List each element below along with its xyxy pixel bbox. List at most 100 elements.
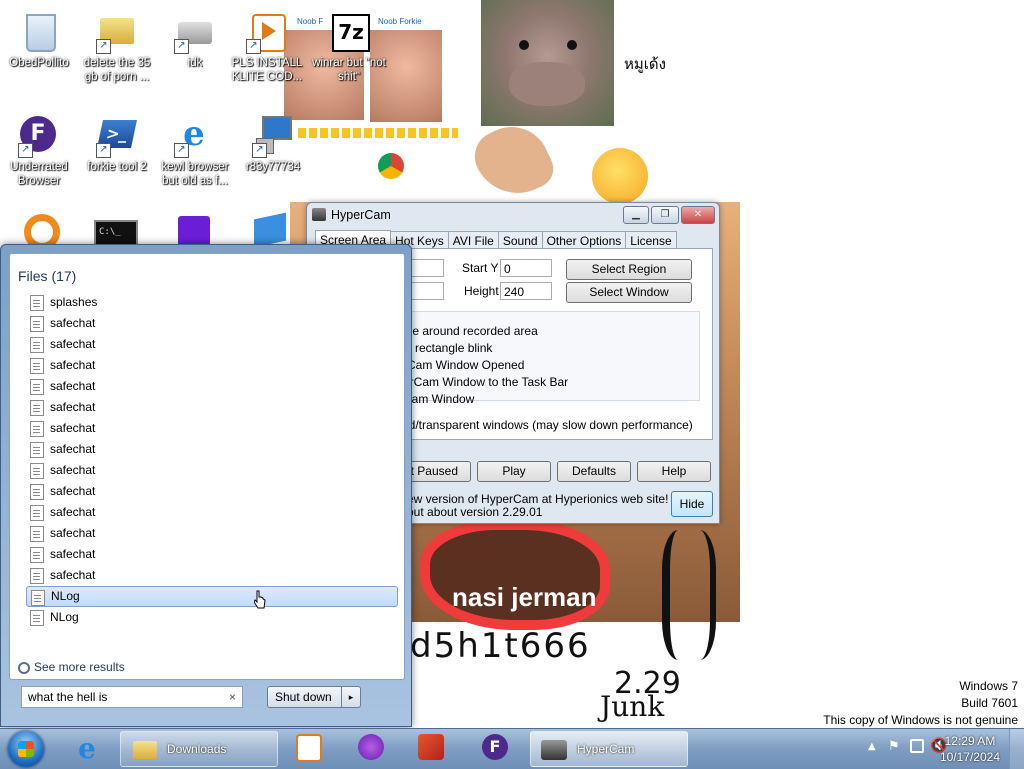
taskbar-media-player-icon[interactable] [296, 734, 322, 762]
option-rectangle-around-area[interactable]: gle around recorded area [403, 324, 538, 338]
search-results-pane: Files (17) splashes safechat safechat sa… [9, 253, 405, 680]
taskbar-clock[interactable]: 12:29 AM 10/17/2024 [940, 733, 1000, 765]
taskbar-downloads-button[interactable]: Downloads [120, 731, 278, 767]
shutdown-options-arrow-icon[interactable]: ▸ [341, 687, 360, 707]
list-item-selected[interactable]: NLog [26, 586, 398, 607]
shortcut-arrow-icon: ↗ [252, 143, 267, 158]
list-item[interactable]: safechat [26, 565, 398, 586]
list-item[interactable]: safechat [26, 334, 398, 355]
see-more-results-link[interactable]: See more results [18, 660, 125, 674]
list-item[interactable]: safechat [26, 313, 398, 334]
option-hide-window[interactable]: Cam Window [403, 392, 474, 406]
option-window-opened[interactable]: rCam Window Opened [403, 358, 524, 372]
files-group-header[interactable]: Files (17) [18, 268, 76, 284]
camera-icon [541, 740, 567, 760]
minimize-button[interactable]: ▁ [623, 206, 649, 224]
start-y-field[interactable]: 0 [500, 259, 552, 277]
file-name: safechat [50, 547, 96, 561]
shut-down-label: Shut down [275, 690, 332, 704]
list-item[interactable]: safechat [26, 523, 398, 544]
taskbar-purple-app-icon[interactable] [358, 734, 384, 760]
taskbar-f-browser-icon[interactable]: F [482, 734, 508, 760]
desktop-icon-label: ObedPollito [9, 57, 69, 69]
taskbar-fox-app-icon[interactable] [418, 734, 444, 760]
start-y-label: Start Y [462, 261, 499, 275]
help-button[interactable]: Help [637, 461, 711, 482]
restore-button[interactable]: ❐ [651, 206, 679, 224]
update-notice-line2: out about version 2.29.01 [407, 505, 543, 519]
folder-icon [133, 741, 157, 759]
network-icon[interactable] [910, 739, 924, 753]
document-icon [30, 400, 44, 416]
pointing-hand-image [466, 114, 560, 208]
desktop-icon-recycle-bin[interactable]: ObedPollito [0, 8, 78, 70]
options-group: gle around recorded area is rectangle bl… [376, 311, 700, 406]
height-field[interactable]: 240 [500, 282, 552, 300]
thai-caption: หมูเด้ง [624, 55, 666, 73]
select-region-button[interactable]: Select Region [566, 259, 692, 280]
shortcut-arrow-icon: ↗ [96, 143, 111, 158]
desktop-icon-blue-box[interactable] [254, 212, 286, 248]
desktop-icon-label: idk [187, 57, 203, 69]
system-tray: ▲ ⚑ 🔇 12:29 AM 10/17/2024 [824, 729, 1024, 769]
not-genuine-notice: This copy of Windows is not genuine [823, 713, 1018, 727]
show-hidden-icons-icon[interactable]: ▲ [868, 741, 876, 752]
file-name: safechat [50, 400, 96, 414]
desktop-icon-r83y77734[interactable]: ↗ r83y77734 [234, 112, 312, 174]
list-item[interactable]: safechat [26, 397, 398, 418]
shortcut-arrow-icon: ↗ [96, 39, 111, 54]
desktop-icon-label: r83y77734 [245, 161, 301, 173]
list-item[interactable]: splashes [26, 292, 398, 313]
file-name: safechat [50, 421, 96, 435]
start-button[interactable] [8, 731, 44, 767]
scribble-text-3: Junk [600, 690, 665, 723]
update-notice-line1[interactable]: ew version of HyperCam at Hyperionics we… [407, 492, 698, 506]
list-item[interactable]: safechat [26, 418, 398, 439]
file-name: splashes [50, 295, 98, 309]
list-item[interactable]: safechat [26, 544, 398, 565]
option-layered-windows[interactable]: ed/transparent windows (may slow down pe… [402, 418, 693, 432]
close-button[interactable]: ✕ [681, 206, 715, 224]
list-item[interactable]: safechat [26, 439, 398, 460]
desktop-icon-winrar[interactable]: 7z winrar but "not shit" [310, 8, 388, 84]
taskbar-hypercam-button[interactable]: HyperCam [530, 731, 688, 767]
hypercam-titlebar[interactable]: HyperCam ▁ ❐ ✕ [307, 203, 719, 227]
taskbar-ie-icon[interactable]: e [72, 734, 102, 764]
list-item[interactable]: safechat [26, 481, 398, 502]
see-more-label: See more results [34, 660, 125, 674]
list-item[interactable]: NLog [26, 607, 398, 628]
action-center-flag-icon[interactable]: ⚑ [888, 739, 900, 754]
desktop-icon-forkie-tool[interactable]: >_ ↗ forkie tool 2 [78, 112, 156, 174]
desktop-icon-purple-file[interactable] [178, 216, 210, 246]
option-rectangle-blink[interactable]: is rectangle blink [403, 341, 492, 355]
document-icon [30, 547, 44, 563]
hide-button[interactable]: Hide [671, 491, 713, 517]
list-item[interactable]: safechat [26, 502, 398, 523]
browser-f-icon: F ↗ [16, 112, 62, 158]
option-window-to-taskbar[interactable]: erCam Window to the Task Bar [403, 375, 568, 389]
desktop-icon-label: winrar but "not shit" [312, 57, 386, 83]
desktop-icon-idk[interactable]: ↗ idk [156, 8, 234, 70]
list-item[interactable]: safechat [26, 376, 398, 397]
desktop-icon-cmd[interactable]: C:\_ [94, 220, 138, 246]
start-search-input[interactable]: what the hell is × [21, 686, 243, 708]
start-x-field[interactable] [408, 259, 444, 277]
document-icon [30, 295, 44, 311]
play-button[interactable]: Play [477, 461, 551, 482]
defaults-button[interactable]: Defaults [557, 461, 631, 482]
select-window-button[interactable]: Select Window [566, 282, 692, 303]
magnifier-icon [18, 661, 30, 674]
desktop-icon-kewl-browser[interactable]: e ↗ kewl browser but old as f... [156, 112, 234, 188]
desktop-icon-underrated-browser[interactable]: F ↗ Underrated Browser [0, 112, 78, 188]
show-desktop-button[interactable] [1009, 729, 1024, 769]
shortcut-arrow-icon: ↗ [174, 143, 189, 158]
fax-printer-icon: ↗ [172, 8, 218, 54]
desktop-icon-folder-shortcut[interactable]: ↗ delete the 35 gb of porn ... [78, 8, 156, 84]
shortcut-arrow-icon: ↗ [174, 39, 189, 54]
shut-down-button[interactable]: Shut down ▸ [267, 686, 361, 708]
width-field[interactable] [408, 282, 444, 300]
clear-search-icon[interactable]: × [229, 687, 236, 707]
list-item[interactable]: safechat [26, 355, 398, 376]
desktop-icon-klite[interactable]: ↗ PLS INSTALL KLITE COD... [228, 8, 306, 84]
list-item[interactable]: safechat [26, 460, 398, 481]
